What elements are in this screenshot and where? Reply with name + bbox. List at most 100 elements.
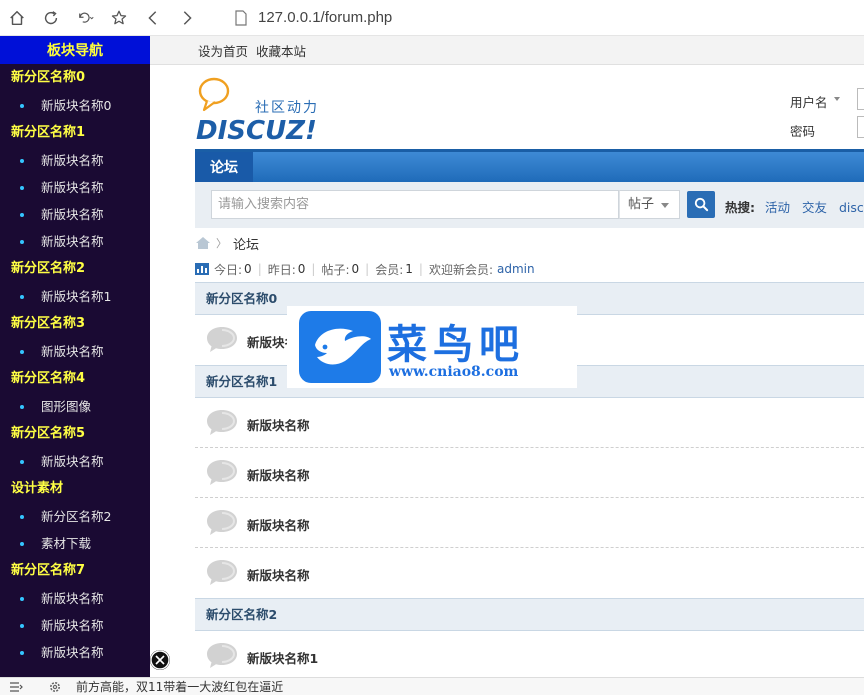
star-icon[interactable]: [102, 0, 136, 36]
sidebar-item[interactable]: 新版块名称1: [0, 283, 150, 310]
search-type-value: 帖子: [628, 197, 655, 212]
forum-row[interactable]: 新版块名称: [195, 498, 864, 548]
sidebar-group[interactable]: 新分区名称5: [0, 420, 150, 448]
search-icon: [694, 197, 708, 212]
sidebar-item[interactable]: 新版块名称: [0, 174, 150, 201]
hot-link[interactable]: 活动: [765, 200, 790, 215]
chat-bubble-icon: [207, 560, 237, 585]
username-input[interactable]: [857, 88, 864, 110]
forum-stats: 今日: 0 | 昨日: 0 | 帖子: 0 | 会员: 1 | 欢迎新会员: admin: [195, 260, 535, 278]
hot-link[interactable]: 交友: [802, 200, 827, 215]
gear-icon[interactable]: [48, 680, 62, 694]
search-button[interactable]: [687, 191, 715, 218]
stat-divider: |: [311, 262, 316, 276]
sidebar-group[interactable]: 新分区名称0: [0, 64, 150, 92]
hot-searches: 热搜: 活动 交友 discuz: [725, 197, 864, 216]
search-type-select[interactable]: 帖子: [619, 190, 680, 219]
breadcrumb-separator: 〉: [216, 237, 227, 250]
bookmark-link[interactable]: 收藏本站: [256, 41, 306, 60]
tab-forum[interactable]: 论坛: [195, 152, 253, 182]
home-icon[interactable]: [0, 0, 34, 36]
sidebar-group[interactable]: 新分区名称4: [0, 365, 150, 393]
sidebar-item[interactable]: 新版块名称: [0, 338, 150, 365]
board-navigation-sidebar: 板块导航 新分区名称0 新版块名称0 新分区名称1 新版块名称 新版块名称 新版块名称 新版…: [0, 36, 150, 677]
top-links-bar: 设为首页 收藏本站: [150, 36, 864, 65]
undo-icon[interactable]: [68, 0, 102, 36]
back-icon[interactable]: [136, 0, 170, 36]
logo-slogan: 社区动力: [255, 100, 319, 116]
page-icon: [235, 9, 247, 26]
breadcrumb: 〉 论坛: [195, 234, 259, 253]
discuz-logo[interactable]: 社区动力 DISCUZ!: [195, 74, 335, 144]
search-bar: 请输入搜索内容 帖子 热搜: 活动 交友 discuz: [195, 182, 864, 228]
forum-row[interactable]: 新版块名称1: [195, 631, 864, 681]
chevron-down-icon: [661, 203, 669, 208]
close-icon[interactable]: [150, 650, 170, 670]
forum-name-link[interactable]: 新版块名称: [247, 465, 310, 484]
logo-brand: DISCUZ!: [196, 116, 317, 144]
stat-posts: 0: [351, 262, 360, 276]
stat-members-label: 会员:: [375, 262, 404, 277]
set-home-link[interactable]: 设为首页: [198, 41, 248, 60]
sidebar-list: 新分区名称0 新版块名称0 新分区名称1 新版块名称 新版块名称 新版块名称 新版块名称 新分…: [0, 64, 150, 666]
stat-yesterday: 0: [297, 262, 306, 276]
main-nav: 论坛: [195, 149, 864, 182]
sidebar-item[interactable]: 素材下载: [0, 530, 150, 557]
password-input[interactable]: [857, 116, 864, 138]
bird-logo-icon: [299, 311, 381, 383]
menu-list-icon[interactable]: [9, 681, 23, 693]
url-text: 127.0.0.1/forum.php: [258, 9, 393, 26]
refresh-icon[interactable]: [34, 0, 68, 36]
sidebar-item[interactable]: 新版块名称: [0, 612, 150, 639]
stat-divider: |: [365, 262, 370, 276]
address-bar[interactable]: 127.0.0.1/forum.php: [234, 9, 392, 26]
chat-bubble-icon: [207, 327, 237, 352]
sidebar-group[interactable]: 新分区名称2: [0, 255, 150, 283]
sidebar-group[interactable]: 新分区名称1: [0, 119, 150, 147]
stat-posts-label: 帖子:: [321, 262, 350, 277]
forum-row[interactable]: 新版块名称: [195, 548, 864, 598]
sidebar-group[interactable]: 设计素材: [0, 475, 150, 503]
breadcrumb-current[interactable]: 论坛: [233, 234, 259, 253]
home-icon[interactable]: [195, 236, 211, 250]
sidebar-group[interactable]: 新分区名称3: [0, 310, 150, 338]
sidebar-item[interactable]: 新版块名称: [0, 639, 150, 666]
sidebar-item[interactable]: 新版块名称: [0, 201, 150, 228]
sidebar-item[interactable]: 新分区名称2: [0, 503, 150, 530]
watermark-url: www.cniao8.com: [389, 364, 519, 380]
forum-name-link[interactable]: 新版块名称: [247, 565, 310, 584]
chart-icon: [195, 263, 209, 275]
forum-name-link[interactable]: 新版块名称: [247, 415, 310, 434]
stat-today-label: 今日:: [214, 262, 243, 277]
hot-label: 热搜:: [725, 200, 755, 215]
category-header[interactable]: 新分区名称2: [195, 598, 864, 631]
search-input[interactable]: 请输入搜索内容: [211, 190, 619, 219]
chat-bubble-icon: [207, 410, 237, 435]
sidebar-item[interactable]: 图形图像: [0, 393, 150, 420]
browser-status-bar: 前方高能，双11带着一大波红包在逼近: [0, 677, 864, 695]
password-label: 密码: [790, 124, 816, 139]
stat-today: 0: [244, 262, 252, 276]
chat-bubble-icon: [207, 460, 237, 485]
chat-bubble-icon: [207, 510, 237, 535]
forum-row[interactable]: 新版块名称: [195, 398, 864, 448]
status-text[interactable]: 前方高能，双11带着一大波红包在逼近: [76, 678, 283, 695]
sidebar-group[interactable]: 新分区名称7: [0, 557, 150, 585]
sidebar-item[interactable]: 新版块名称: [0, 228, 150, 255]
username-dropdown-caret[interactable]: [834, 97, 840, 101]
browser-toolbar: 127.0.0.1/forum.php: [0, 0, 864, 36]
forum-row[interactable]: 新版块名称: [195, 448, 864, 498]
sidebar-item[interactable]: 新版块名称: [0, 147, 150, 174]
watermark-title: 菜鸟吧: [387, 321, 525, 368]
sidebar-item[interactable]: 新版块名称: [0, 585, 150, 612]
forward-icon[interactable]: [170, 0, 204, 36]
chat-bubble-icon: [207, 643, 237, 668]
newest-member-link[interactable]: admin: [497, 262, 535, 276]
stat-divider: |: [257, 262, 262, 276]
sidebar-item[interactable]: 新版块名称0: [0, 92, 150, 119]
forum-name-link[interactable]: 新版块名称: [247, 515, 310, 534]
stat-divider: |: [418, 262, 423, 276]
forum-name-link[interactable]: 新版块名称1: [247, 648, 318, 667]
sidebar-item[interactable]: 新版块名称: [0, 448, 150, 475]
hot-link[interactable]: discuz: [839, 200, 864, 215]
